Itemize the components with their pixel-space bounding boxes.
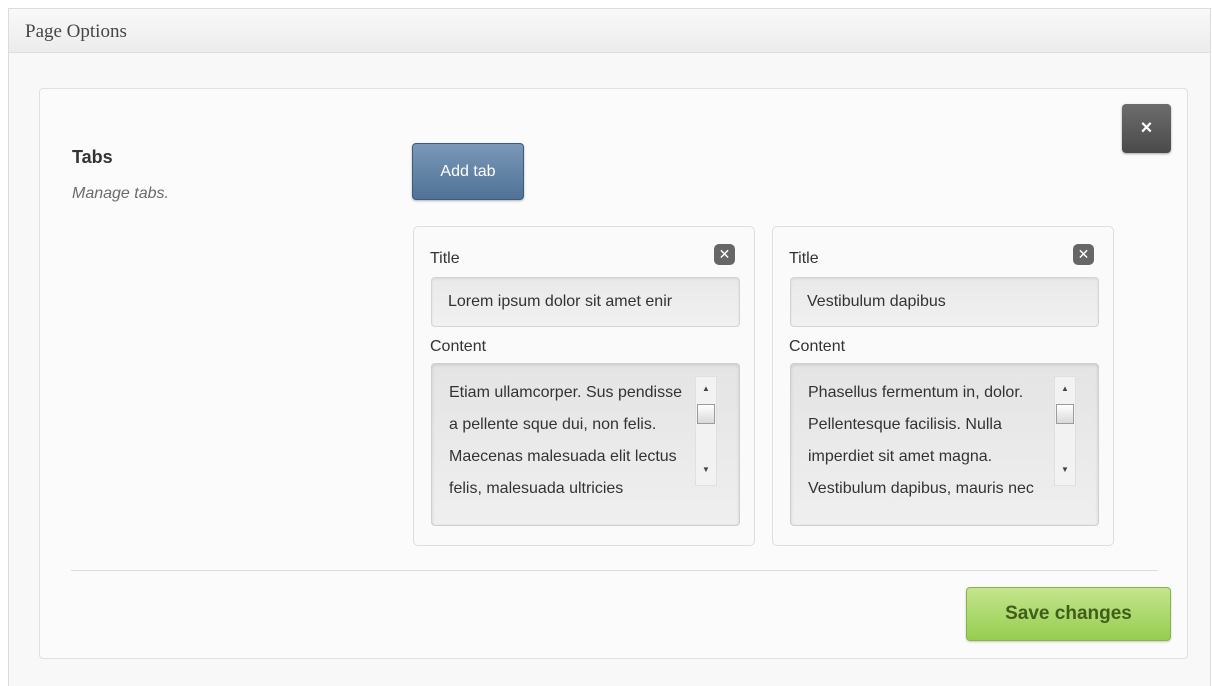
- arrow-down-icon[interactable]: ▼: [696, 461, 716, 479]
- page-options-panel: Page Options × Tabs Manage tabs. Add tab…: [8, 8, 1211, 686]
- content-scrollbar[interactable]: ▲ ▼: [695, 376, 717, 486]
- content-label: Content: [789, 338, 846, 355]
- content-textarea[interactable]: Phasellus fermentum in, dolor. Pellentes…: [790, 363, 1099, 526]
- content-text: Phasellus fermentum in, dolor. Pellentes…: [808, 384, 1034, 497]
- remove-tab-icon[interactable]: ✕: [714, 244, 735, 265]
- panel-header: [9, 9, 1210, 53]
- title-input[interactable]: Vestibulum dapibus: [790, 277, 1099, 327]
- arrow-up-icon[interactable]: ▲: [1055, 380, 1075, 398]
- divider: [71, 570, 1158, 571]
- add-tab-button[interactable]: Add tab: [412, 143, 524, 200]
- title-input[interactable]: Lorem ipsum dolor sit amet enir: [431, 277, 740, 327]
- arrow-up-icon[interactable]: ▲: [696, 380, 716, 398]
- content-label: Content: [430, 338, 487, 355]
- close-icon: ×: [1140, 117, 1153, 139]
- content-textarea[interactable]: Etiam ullamcorper. Sus pendisse a pellen…: [431, 363, 740, 526]
- tab-card: Title ✕ Vestibulum dapibus Content Phase…: [772, 226, 1114, 546]
- tabs-options-box: × Tabs Manage tabs. Add tab Title ✕ Lore…: [39, 88, 1188, 659]
- content-text: Etiam ullamcorper. Sus pendisse a pellen…: [449, 384, 682, 497]
- content-scrollbar[interactable]: ▲ ▼: [1054, 376, 1076, 486]
- scroll-thumb[interactable]: [697, 404, 715, 424]
- section-title: Tabs: [72, 147, 113, 167]
- panel-title: Page Options: [25, 21, 127, 42]
- title-label: Title: [789, 250, 819, 267]
- remove-tab-icon[interactable]: ✕: [1073, 244, 1094, 265]
- close-button[interactable]: ×: [1122, 104, 1171, 153]
- scroll-thumb[interactable]: [1056, 404, 1074, 424]
- save-changes-button[interactable]: Save changes: [966, 587, 1171, 641]
- title-label: Title: [430, 250, 460, 267]
- section-description: Manage tabs.: [72, 185, 169, 202]
- arrow-down-icon[interactable]: ▼: [1055, 461, 1075, 479]
- tab-card: Title ✕ Lorem ipsum dolor sit amet enir …: [413, 226, 755, 546]
